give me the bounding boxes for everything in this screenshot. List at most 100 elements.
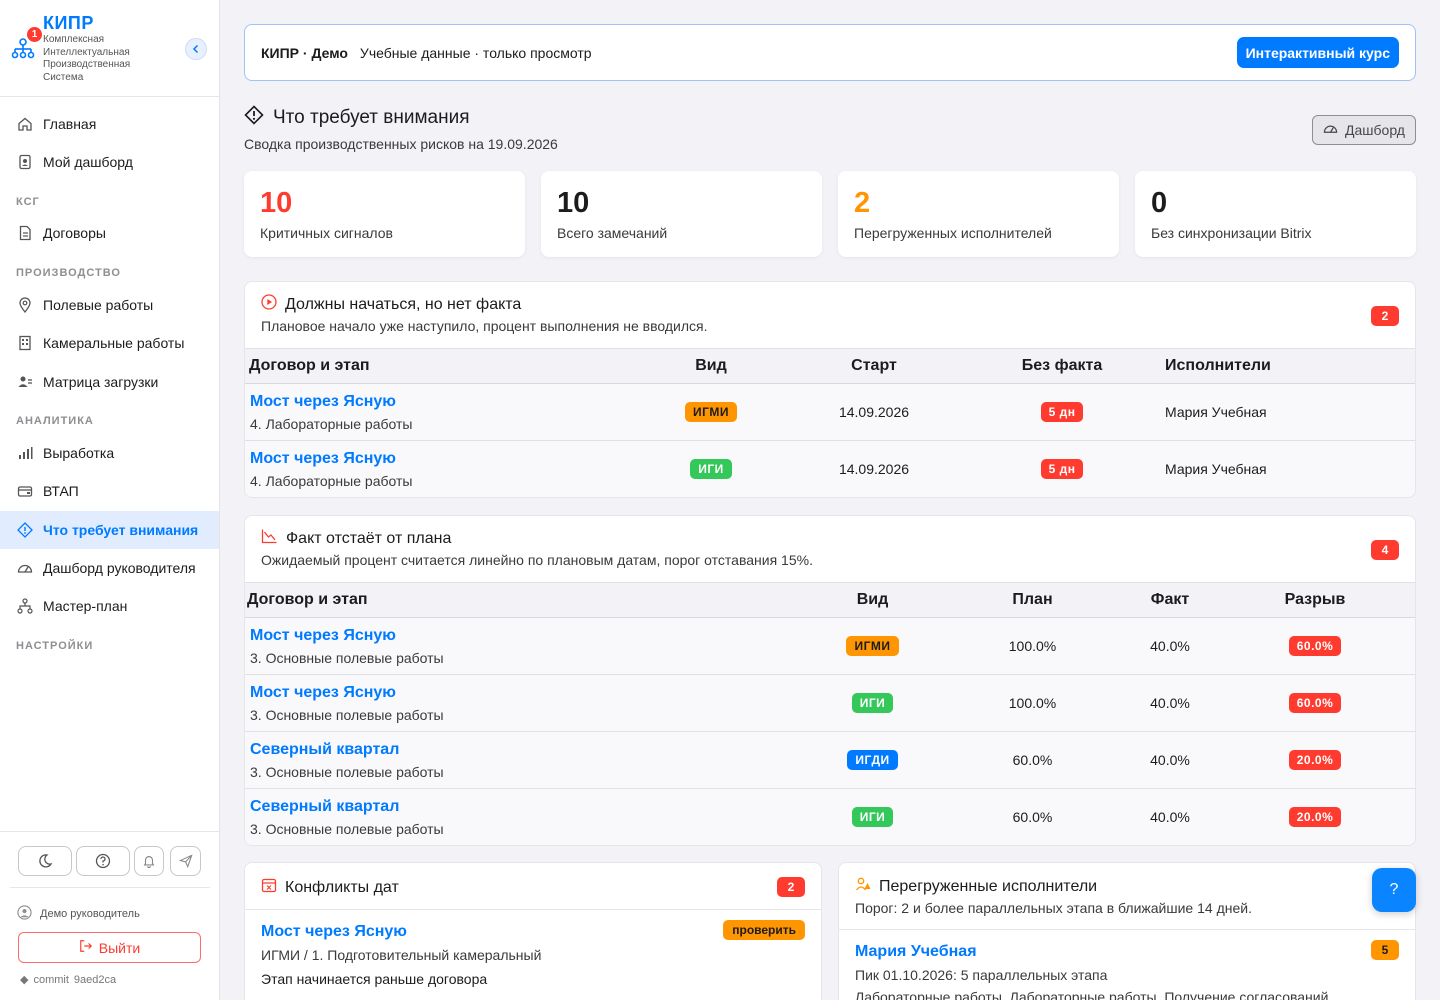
sidebar-item-attention[interactable]: Что требует внимания xyxy=(0,511,219,549)
interactive-course-button[interactable]: Интерактивный курс xyxy=(1236,37,1399,68)
column-header: Исполнители xyxy=(1149,348,1415,384)
column-header: Вид xyxy=(805,582,940,618)
warning-diamond-icon xyxy=(244,105,264,131)
kind-tag: ИГИ xyxy=(690,459,732,479)
executor-link[interactable]: Мария Учебная xyxy=(855,943,1328,961)
start-date: 14.09.2026 xyxy=(773,383,975,441)
table-row: Мост через Ясную 3. Основные полевые рабо… xyxy=(245,617,1415,675)
page-title: Что требует внимания xyxy=(244,105,470,131)
sidebar-item-output[interactable]: Выработка xyxy=(0,434,219,472)
sidebar: 1 КИПР Комплексная Интеллектуальная Прои… xyxy=(0,0,220,1000)
contract-link[interactable]: Мост через Ясную xyxy=(250,450,649,468)
sidebar-item-my-dashboard[interactable]: Мой дашборд xyxy=(0,143,219,181)
column-header: Договор и этап xyxy=(245,348,649,384)
fact-value: 40.0% xyxy=(1125,617,1215,675)
commit-hash: 9aed2ca xyxy=(73,973,117,986)
divider xyxy=(245,909,821,910)
date-conflicts-panel: Конфликты дат 2 Мост через Ясную ИГМИ / … xyxy=(244,862,822,1000)
sidebar-item-office-works[interactable]: Камеральные работы xyxy=(0,324,219,362)
panel-title: Должны начаться, но нет факта xyxy=(285,295,522,313)
sidebar-item-label: Что требует внимания xyxy=(43,522,199,538)
dashboard-icon xyxy=(17,154,33,170)
kpi-critical: 10 Критичных сигналов xyxy=(244,171,525,257)
brand-header: 1 КИПР Комплексная Интеллектуальная Прои… xyxy=(0,0,219,97)
contract-link[interactable]: Мост через Ясную xyxy=(250,393,649,411)
column-header: Договор и этап xyxy=(245,582,805,618)
user-avatar-icon xyxy=(17,905,32,923)
sidebar-item-master-plan[interactable]: Мастер-план xyxy=(0,587,219,625)
current-user: Демо руководитель xyxy=(17,905,140,923)
help-tool-button[interactable] xyxy=(76,846,130,876)
notifications-button[interactable] xyxy=(134,846,164,876)
logout-label: Выйти xyxy=(98,939,141,956)
question-icon xyxy=(95,853,111,869)
kpi-value: 10 xyxy=(260,187,293,219)
plan-value: 100.0% xyxy=(940,674,1125,732)
sidebar-item-load-matrix[interactable]: Матрица загрузки xyxy=(0,363,219,401)
fact-value: 40.0% xyxy=(1125,788,1215,845)
sidebar-item-label: Выработка xyxy=(43,445,115,461)
table-row: Мост через Ясную 4. Лабораторные работы И… xyxy=(245,440,1415,497)
calendar-x-icon xyxy=(261,877,277,898)
trending-down-icon xyxy=(261,528,278,549)
kpi-label: Без синхронизации Bitrix xyxy=(1151,225,1312,241)
contract-link[interactable]: Мост через Ясную xyxy=(250,627,805,645)
panel-description: Плановое начало уже наступило, процент в… xyxy=(261,318,708,334)
map-pin-icon xyxy=(17,297,33,313)
kpi-total: 10 Всего замечаний xyxy=(541,171,822,257)
page-title-text: Что требует внимания xyxy=(273,107,470,128)
gap-badge: 20.0% xyxy=(1288,807,1342,827)
count-badge: 2 xyxy=(1371,306,1399,326)
gap-badge: 20.0% xyxy=(1288,750,1342,770)
kpi-value: 10 xyxy=(557,187,590,219)
plan-value: 100.0% xyxy=(940,617,1125,675)
sidebar-item-label: Мастер-план xyxy=(43,598,128,614)
behind-plan-table: Договор и этап Вид План Факт Разрыв Мост… xyxy=(245,582,1415,845)
sidebar-item-home[interactable]: Главная xyxy=(0,105,219,143)
executor-name: Мария Учебная xyxy=(1149,383,1415,441)
contract-link[interactable]: Северный квартал xyxy=(250,741,805,759)
contract-link[interactable]: Мост через Ясную xyxy=(261,923,541,941)
moon-icon xyxy=(39,854,53,868)
sidebar-item-field-works[interactable]: Полевые работы xyxy=(0,286,219,324)
bell-icon xyxy=(143,856,155,868)
home-icon xyxy=(17,116,33,132)
kpi-value: 2 xyxy=(854,187,871,219)
panel-description: Порог: 2 и более параллельных этапа в бл… xyxy=(855,900,1252,916)
collapse-sidebar-button[interactable] xyxy=(185,38,207,60)
dashboard-button[interactable]: Дашборд xyxy=(1312,115,1416,145)
logout-button[interactable]: Выйти xyxy=(18,932,201,963)
stage-name: ИГМИ / 1. Подготовительный камеральный xyxy=(261,947,542,963)
banner-text: Учебные данные · только просмотр xyxy=(359,44,592,61)
panel-title: Факт отстаёт от плана xyxy=(286,529,452,547)
parallel-count-badge: 5 xyxy=(1371,940,1399,960)
sidebar-item-contracts[interactable]: Договоры xyxy=(0,214,219,252)
sidebar-item-vtap[interactable]: ВТАП xyxy=(0,472,219,510)
building-icon xyxy=(17,335,33,351)
stage-list: Лабораторные работы, Лабораторные работы… xyxy=(855,989,1329,1000)
brand-subtitle: Комплексная Интеллектуальная Производств… xyxy=(43,34,131,83)
banner-title: КИПР · Демо xyxy=(261,44,348,61)
list-item: Мост через Ясную ИГМИ / 1. Подготовитель… xyxy=(261,923,541,987)
contract-link[interactable]: Северный квартал xyxy=(250,798,805,816)
send-icon xyxy=(178,854,193,868)
help-button[interactable]: ? xyxy=(1372,868,1416,912)
sidebar-item-manager-dashboard[interactable]: Дашборд руководителя xyxy=(0,549,219,587)
send-button[interactable] xyxy=(170,846,201,876)
stage-name: 4. Лабораторные работы xyxy=(250,472,413,489)
column-header: План xyxy=(940,582,1125,618)
panel-title: Перегруженные исполнители xyxy=(879,877,1098,895)
notification-badge[interactable]: 1 xyxy=(27,27,42,42)
dashboard-button-label: Дашборд xyxy=(1345,122,1405,138)
fact-value: 40.0% xyxy=(1125,674,1215,732)
count-badge: 4 xyxy=(1371,540,1399,560)
bar-chart-icon xyxy=(17,445,33,461)
theme-toggle-button[interactable] xyxy=(18,846,72,876)
chevron-left-icon xyxy=(192,44,199,54)
peak-info: Пик 01.10.2026: 5 параллельных этапа xyxy=(855,967,1108,983)
sidebar-item-label: ВТАП xyxy=(43,483,79,499)
list-item: Мария Учебная Пик 01.10.2026: 5 параллел… xyxy=(855,943,1328,1000)
kpi-value: 0 xyxy=(1151,187,1168,219)
start-date: 14.09.2026 xyxy=(773,440,975,497)
contract-link[interactable]: Мост через Ясную xyxy=(250,684,805,702)
